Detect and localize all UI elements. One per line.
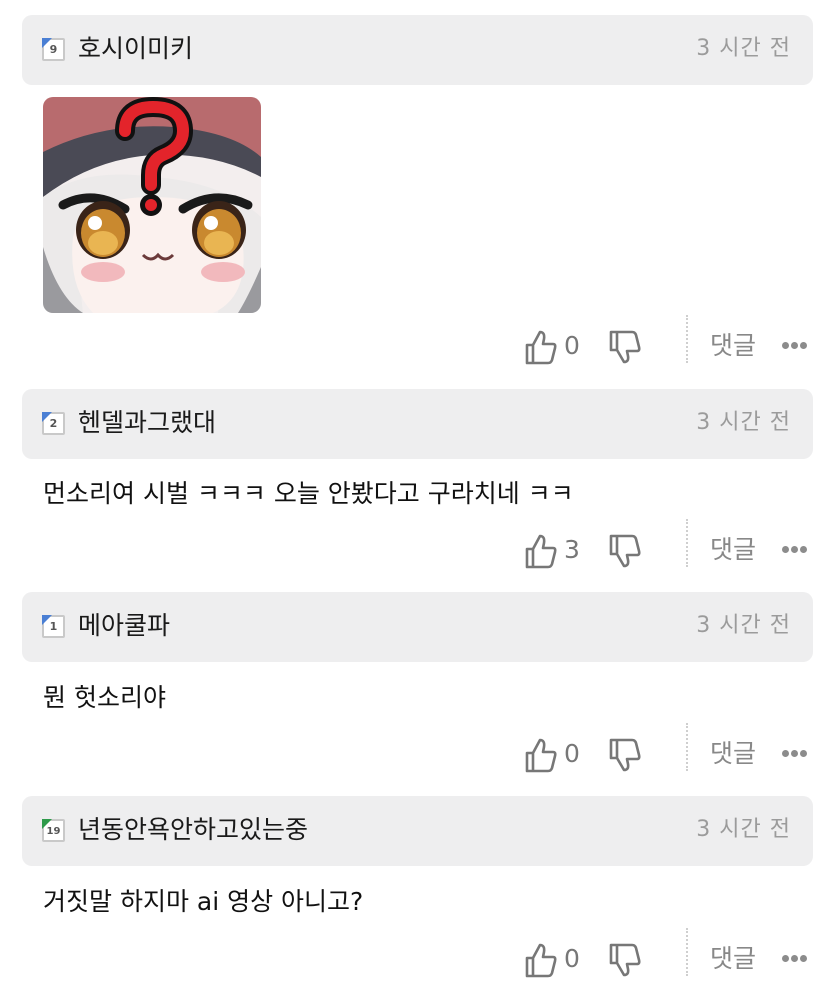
thumbs-up-icon[interactable] (524, 737, 558, 773)
thumbs-up-icon[interactable] (524, 533, 558, 569)
comment-header: 19 년동안욕안하고있는중 3 시간 전 (22, 796, 813, 866)
thumbs-down-icon[interactable] (608, 737, 642, 773)
level-badge: 2 (42, 412, 65, 435)
actions-divider (686, 723, 688, 771)
comment-image[interactable] (43, 97, 261, 313)
level-badge: 9 (42, 38, 65, 61)
actions-divider (686, 315, 688, 363)
actions-divider (686, 928, 688, 976)
timestamp: 3 시간 전 (696, 613, 791, 638)
level-number: 19 (46, 826, 61, 837)
thumbs-down-icon[interactable] (608, 942, 642, 978)
like-count: 0 (564, 739, 580, 768)
level-badge: 19 (42, 819, 65, 842)
timestamp: 3 시간 전 (696, 36, 791, 61)
comment-header: 1 메아쿨파 3 시간 전 (22, 592, 813, 662)
username[interactable]: 호시이미키 (78, 31, 193, 67)
comment-actions: 0 댓글 (0, 723, 835, 781)
comment-text: 거짓말 하지마 ai 영상 아니고? (43, 887, 364, 916)
like-count: 0 (564, 944, 580, 973)
level-badge: 1 (42, 615, 65, 638)
comment-text: 뭔 헛소리야 (43, 683, 166, 712)
thumbs-down-icon[interactable] (608, 329, 642, 365)
level-number: 1 (49, 620, 58, 633)
comment-header: 9 호시이미키 3 시간 전 (22, 15, 813, 85)
reply-button[interactable]: 댓글 (710, 736, 756, 772)
comment-actions: 0 댓글 (0, 928, 835, 986)
more-dots-icon[interactable] (782, 948, 812, 968)
comment-actions: 0 댓글 (0, 315, 835, 373)
comment-header: 2 헨델과그랬대 3 시간 전 (22, 389, 813, 459)
like-count: 0 (564, 331, 580, 360)
more-dots-icon[interactable] (782, 743, 812, 763)
more-dots-icon[interactable] (782, 539, 812, 559)
username[interactable]: 메아쿨파 (78, 608, 170, 644)
comment-text: 먼소리여 시벌 ㅋㅋㅋ 오늘 안봤다고 구라치네 ㅋㅋ (43, 479, 574, 508)
reply-button[interactable]: 댓글 (710, 328, 756, 364)
actions-divider (686, 519, 688, 567)
timestamp: 3 시간 전 (696, 817, 791, 842)
level-number: 2 (49, 417, 58, 430)
username[interactable]: 헨델과그랬대 (78, 405, 216, 441)
timestamp: 3 시간 전 (696, 410, 791, 435)
thumbs-up-icon[interactable] (524, 942, 558, 978)
username[interactable]: 년동안욕안하고있는중 (78, 812, 308, 848)
like-count: 3 (564, 535, 580, 564)
more-dots-icon[interactable] (782, 335, 812, 355)
reply-button[interactable]: 댓글 (710, 532, 756, 568)
chibi-sticker-image (43, 97, 261, 313)
thumbs-down-icon[interactable] (608, 533, 642, 569)
thumbs-up-icon[interactable] (524, 329, 558, 365)
comment-actions: 3 댓글 (0, 519, 835, 577)
reply-button[interactable]: 댓글 (710, 941, 756, 977)
level-number: 9 (49, 43, 58, 56)
